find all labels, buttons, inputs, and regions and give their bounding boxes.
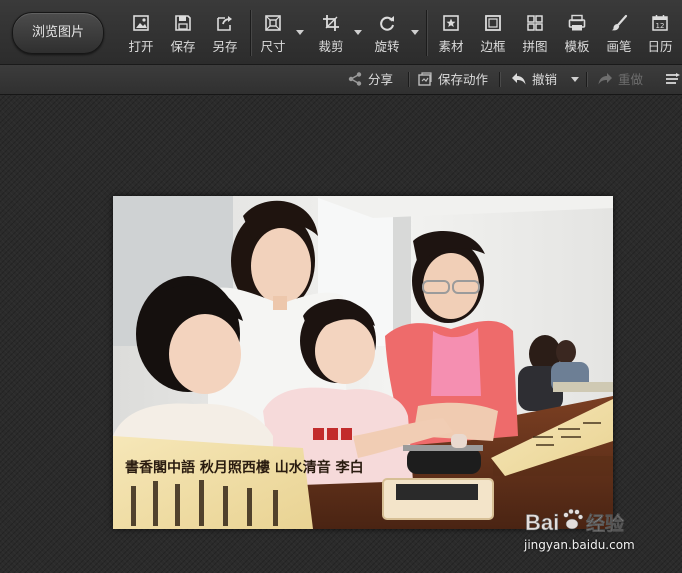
material-button[interactable]: 素材 [430, 8, 472, 58]
jingyan-brand-text: 经验 [586, 512, 625, 535]
baidu-brand-text: Bai [525, 510, 559, 535]
open-image-icon [132, 14, 150, 32]
undo-icon [511, 71, 527, 87]
rotate-icon [378, 14, 396, 32]
undo-label: 撤销 [532, 72, 558, 87]
material-label: 素材 [438, 39, 464, 54]
save-as-label: 另存 [212, 39, 238, 54]
open-button[interactable]: 打开 [118, 8, 164, 58]
main-toolbar: 浏览图片 打开 保存 另存 尺寸 裁剪 旋转 素材 边框 拼图 模板 画笔 12… [0, 0, 682, 65]
crop-button[interactable]: 裁剪 [310, 8, 352, 58]
border-button[interactable]: 边框 [472, 8, 514, 58]
share-label: 分享 [368, 72, 394, 87]
save-label: 保存 [170, 39, 196, 54]
calendar-icon: 12 [651, 14, 669, 32]
redo-label: 重做 [618, 72, 644, 87]
share-icon [347, 71, 363, 87]
open-label: 打开 [128, 39, 154, 54]
baidu-logo: Bai 经验 [525, 508, 625, 535]
brush-button[interactable]: 画笔 [598, 8, 640, 58]
baidu-watermark: Bai 经验 jingyan.baidu.com [523, 500, 673, 560]
template-button[interactable]: 模板 [556, 8, 598, 58]
more-menu-button[interactable] [664, 65, 682, 94]
crop-label: 裁剪 [318, 39, 344, 54]
undo-button[interactable]: 撤销 [511, 65, 557, 94]
rotate-label: 旋转 [374, 39, 400, 54]
size-button[interactable]: 尺寸 [252, 8, 294, 58]
paw-icon [563, 508, 584, 530]
action-divider [408, 72, 409, 87]
save-action-icon [417, 71, 433, 87]
rotate-dropdown-chevron-icon[interactable] [411, 30, 419, 35]
size-dropdown-chevron-icon[interactable] [296, 30, 304, 35]
undo-dropdown-chevron-icon[interactable] [571, 77, 579, 82]
action-bar: 分享 保存动作 撤销 重做 [0, 65, 682, 95]
action-divider [586, 72, 587, 87]
border-icon [484, 14, 502, 32]
save-action-button[interactable]: 保存动作 [417, 65, 488, 94]
calendar-day-text: 12 [656, 22, 665, 30]
border-label: 边框 [480, 39, 506, 54]
calendar-button[interactable]: 12 日历 [640, 8, 680, 58]
star-material-icon [442, 14, 460, 32]
template-label: 模板 [564, 39, 590, 54]
image-editor-app: 浏览图片 打开 保存 另存 尺寸 裁剪 旋转 素材 边框 拼图 模板 画笔 12… [0, 0, 682, 573]
brush-label: 画笔 [606, 39, 632, 54]
collage-label: 拼图 [522, 39, 548, 54]
redo-icon [597, 71, 613, 87]
browse-images-button[interactable]: 浏览图片 [12, 12, 104, 54]
save-action-label: 保存动作 [438, 72, 489, 87]
save-button[interactable]: 保存 [160, 8, 206, 58]
save-icon [174, 14, 192, 32]
photo-illustration: 書香閣中語 秋月照西樓 山水清音 李白 [113, 196, 613, 529]
toolbar-divider [426, 10, 427, 56]
photo-canvas[interactable]: 書香閣中語 秋月照西樓 山水清音 李白 [113, 196, 613, 529]
watermark-url: jingyan.baidu.com [524, 538, 635, 552]
share-button[interactable]: 分享 [347, 65, 393, 94]
save-as-icon [216, 14, 234, 32]
collage-button[interactable]: 拼图 [514, 8, 556, 58]
crop-icon [322, 14, 340, 32]
resize-icon [264, 14, 282, 32]
template-icon [568, 14, 586, 32]
toolbar-divider [250, 10, 251, 56]
calendar-label: 日历 [647, 39, 673, 54]
crop-dropdown-chevron-icon[interactable] [354, 30, 362, 35]
scroll-calligraphy-text: 書香閣中語 秋月照西樓 山水清音 李白 [125, 459, 364, 476]
action-divider [499, 72, 500, 87]
list-menu-icon [664, 71, 680, 87]
save-as-button[interactable]: 另存 [202, 8, 248, 58]
redo-button[interactable]: 重做 [597, 65, 643, 94]
rotate-button[interactable]: 旋转 [366, 8, 408, 58]
size-label: 尺寸 [260, 39, 286, 54]
collage-grid-icon [526, 14, 544, 32]
brush-icon [610, 14, 628, 32]
